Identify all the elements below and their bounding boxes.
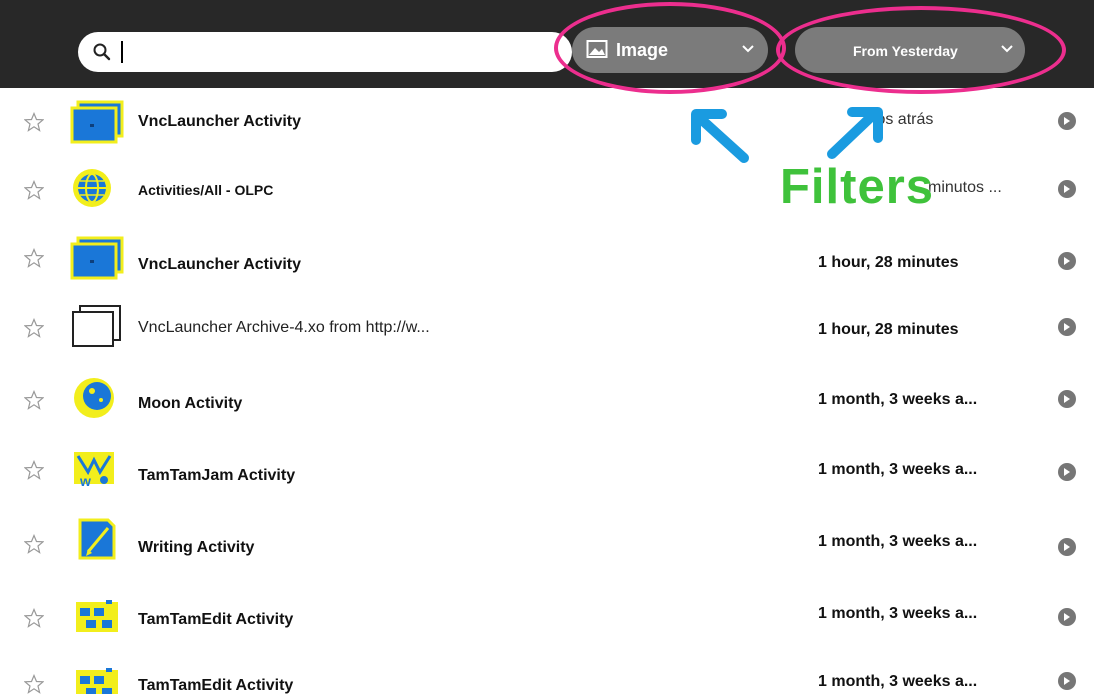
entry-title: VncLauncher Activity <box>138 113 302 130</box>
list-item[interactable]: VncLauncher Archive-4.xo from http://w..… <box>0 292 1094 360</box>
details-arrow-icon[interactable] <box>1058 463 1076 481</box>
svg-text:w: w <box>79 473 91 489</box>
tamtamedit-icon <box>76 668 118 694</box>
list-item[interactable]: w TamTamJam Activity 1 month, 3 weeks a.… <box>0 428 1094 496</box>
type-filter-button[interactable]: Image <box>572 27 768 73</box>
list-item[interactable]: Writing Activity 1 month, 3 weeks a... <box>0 496 1094 564</box>
image-icon <box>586 40 608 58</box>
search-icon <box>93 43 111 61</box>
star-icon[interactable] <box>24 180 44 200</box>
vnclauncher-icon <box>70 100 124 144</box>
entry-title: VncLauncher Archive-4.xo from http://w..… <box>138 319 430 336</box>
star-icon[interactable] <box>24 608 44 628</box>
entry-time: 1 month, 3 weeks a... <box>818 461 978 478</box>
star-icon[interactable] <box>24 112 44 132</box>
details-arrow-icon[interactable] <box>1058 318 1076 336</box>
star-icon[interactable] <box>24 460 44 480</box>
entry-title: Writing Activity <box>138 539 255 556</box>
entry-title: VncLauncher Activity <box>138 256 302 273</box>
star-icon[interactable] <box>24 534 44 554</box>
entry-title: TamTamJam Activity <box>138 467 296 484</box>
type-filter-label: Image <box>616 40 669 60</box>
details-arrow-icon[interactable] <box>1058 252 1076 270</box>
entry-title: Moon Activity <box>138 395 243 412</box>
moon-icon <box>74 378 114 418</box>
entry-time: 1 month, 3 weeks a... <box>818 533 978 550</box>
browse-globe-icon <box>73 169 111 207</box>
chevron-down-icon <box>1001 45 1013 53</box>
annotation-label: Filters <box>780 160 935 214</box>
vnclauncher-icon <box>70 236 124 280</box>
entry-time: minutos ... <box>928 179 1002 196</box>
file-archive-icon <box>72 305 121 347</box>
details-arrow-icon[interactable] <box>1058 538 1076 556</box>
list-item[interactable]: TamTamEdit Activity 1 month, 3 weeks a..… <box>0 564 1094 632</box>
entry-time: 1 month, 3 weeks a... <box>818 391 978 408</box>
date-filter-button[interactable]: From Yesterday <box>795 27 1025 73</box>
entry-time: 1 hour, 28 minutes <box>818 254 959 271</box>
write-icon <box>78 518 116 560</box>
journal-toolbar: Image From Yesterday <box>0 0 1094 88</box>
star-icon[interactable] <box>24 318 44 338</box>
star-icon[interactable] <box>24 248 44 268</box>
entry-title: TamTamEdit Activity <box>138 677 294 694</box>
entry-time: 1 hour, 28 minutes <box>818 321 959 338</box>
details-arrow-icon[interactable] <box>1058 608 1076 626</box>
entry-time: 1 month, 3 weeks a... <box>818 605 978 622</box>
details-arrow-icon[interactable] <box>1058 672 1076 690</box>
entry-time: tos atrás <box>872 111 934 128</box>
details-arrow-icon[interactable] <box>1058 112 1076 130</box>
list-item[interactable]: TamTamEdit Activity 1 month, 3 weeks a..… <box>0 632 1094 694</box>
entry-title: TamTamEdit Activity <box>138 611 294 628</box>
details-arrow-icon[interactable] <box>1058 390 1076 408</box>
tamtamjam-icon: w <box>74 452 114 489</box>
list-item[interactable]: VncLauncher Activity 1 hour, 28 minutes <box>0 224 1094 292</box>
star-icon[interactable] <box>24 390 44 410</box>
text-cursor <box>121 41 123 63</box>
journal-window: Image From Yesterday VncLauncher Activit… <box>0 0 1094 694</box>
details-arrow-icon[interactable] <box>1058 180 1076 198</box>
date-filter-label: From Yesterday <box>853 43 958 59</box>
list-item[interactable]: VncLauncher Activity tos atrás <box>0 88 1094 156</box>
entry-time: 1 month, 3 weeks a... <box>818 673 978 690</box>
entry-title: Activities/All - OLPC <box>138 182 274 198</box>
list-item[interactable]: Moon Activity 1 month, 3 weeks a... <box>0 360 1094 428</box>
search-input[interactable] <box>78 32 572 72</box>
chevron-down-icon <box>742 45 754 53</box>
star-icon[interactable] <box>24 674 44 694</box>
